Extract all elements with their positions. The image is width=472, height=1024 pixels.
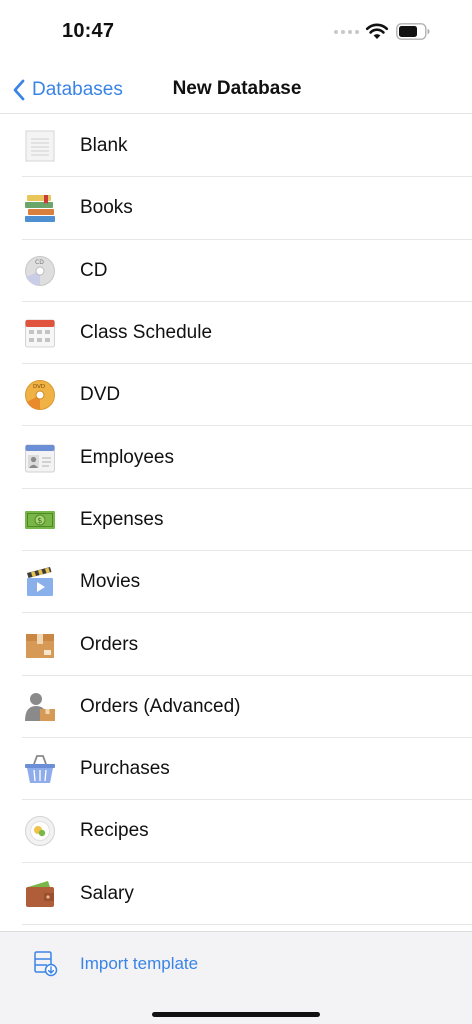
list-item-label: Class Schedule (80, 322, 213, 344)
list-item-label: Salary (80, 882, 134, 904)
list-item-label: Movies (80, 571, 141, 593)
employee-card-icon (25, 444, 55, 473)
list-item-movies[interactable]: Movies (0, 551, 472, 614)
battery-icon (396, 23, 430, 40)
clapperboard-icon (27, 567, 53, 597)
list-item-salary[interactable]: Salary (0, 863, 472, 926)
list-item-label: DVD (80, 384, 121, 406)
person-box-icon (25, 692, 55, 721)
list-item-expenses[interactable]: $ Expenses (0, 489, 472, 552)
svg-text:$: $ (37, 516, 42, 525)
plate-icon (25, 816, 55, 847)
list-item-orders[interactable]: Orders (0, 613, 472, 676)
blank-document-icon (25, 130, 55, 162)
basket-icon (25, 755, 55, 784)
list-item-label: Blank (80, 135, 128, 157)
template-list: Blank Books CD CD Class Schedule DVD DVD… (0, 115, 472, 926)
list-item-blank[interactable]: Blank (0, 115, 472, 178)
list-item-label: CD (80, 259, 108, 281)
list-item-purchases[interactable]: Purchases (0, 738, 472, 801)
list-item-label: Orders (80, 633, 139, 655)
box-icon (26, 633, 54, 658)
list-item-recipes[interactable]: Recipes (0, 800, 472, 863)
list-item-class-schedule[interactable]: Class Schedule (0, 302, 472, 365)
dvd-icon: DVD (25, 380, 55, 411)
import-template-label: Import template (80, 954, 199, 973)
import-template-icon (34, 951, 58, 977)
list-item-label: Expenses (80, 508, 164, 530)
wallet-icon (26, 880, 54, 907)
money-icon: $ (25, 510, 55, 529)
page-title: New Database (172, 78, 302, 99)
signal-dots-icon (334, 30, 359, 34)
status-bar: 10:47 (0, 0, 472, 62)
list-item-label: Employees (80, 446, 174, 468)
list-item-label: Books (80, 197, 133, 219)
list-item-employees[interactable]: Employees (0, 426, 472, 490)
cd-icon: CD (25, 255, 55, 286)
status-time: 10:47 (62, 20, 115, 42)
list-item-label: Recipes (80, 820, 149, 842)
svg-text:CD: CD (35, 259, 44, 266)
list-item-cd[interactable]: CD CD (0, 240, 472, 303)
list-item-dvd[interactable]: DVD DVD (0, 364, 472, 427)
list-item-orders-advanced[interactable]: Orders (Advanced) (0, 676, 472, 739)
wifi-icon (365, 23, 389, 39)
svg-text:DVD: DVD (33, 384, 45, 390)
list-item-label: Orders (Advanced) (80, 695, 241, 717)
import-template-button[interactable]: Import template (34, 950, 198, 978)
navigation-bar: Databases New Database (0, 62, 472, 114)
calendar-icon (25, 319, 55, 348)
list-item-label: Purchases (80, 758, 170, 780)
list-item-books[interactable]: Books (0, 177, 472, 240)
bottom-toolbar: Import template (0, 931, 472, 1024)
books-icon (25, 195, 55, 223)
home-indicator[interactable] (152, 1012, 320, 1017)
